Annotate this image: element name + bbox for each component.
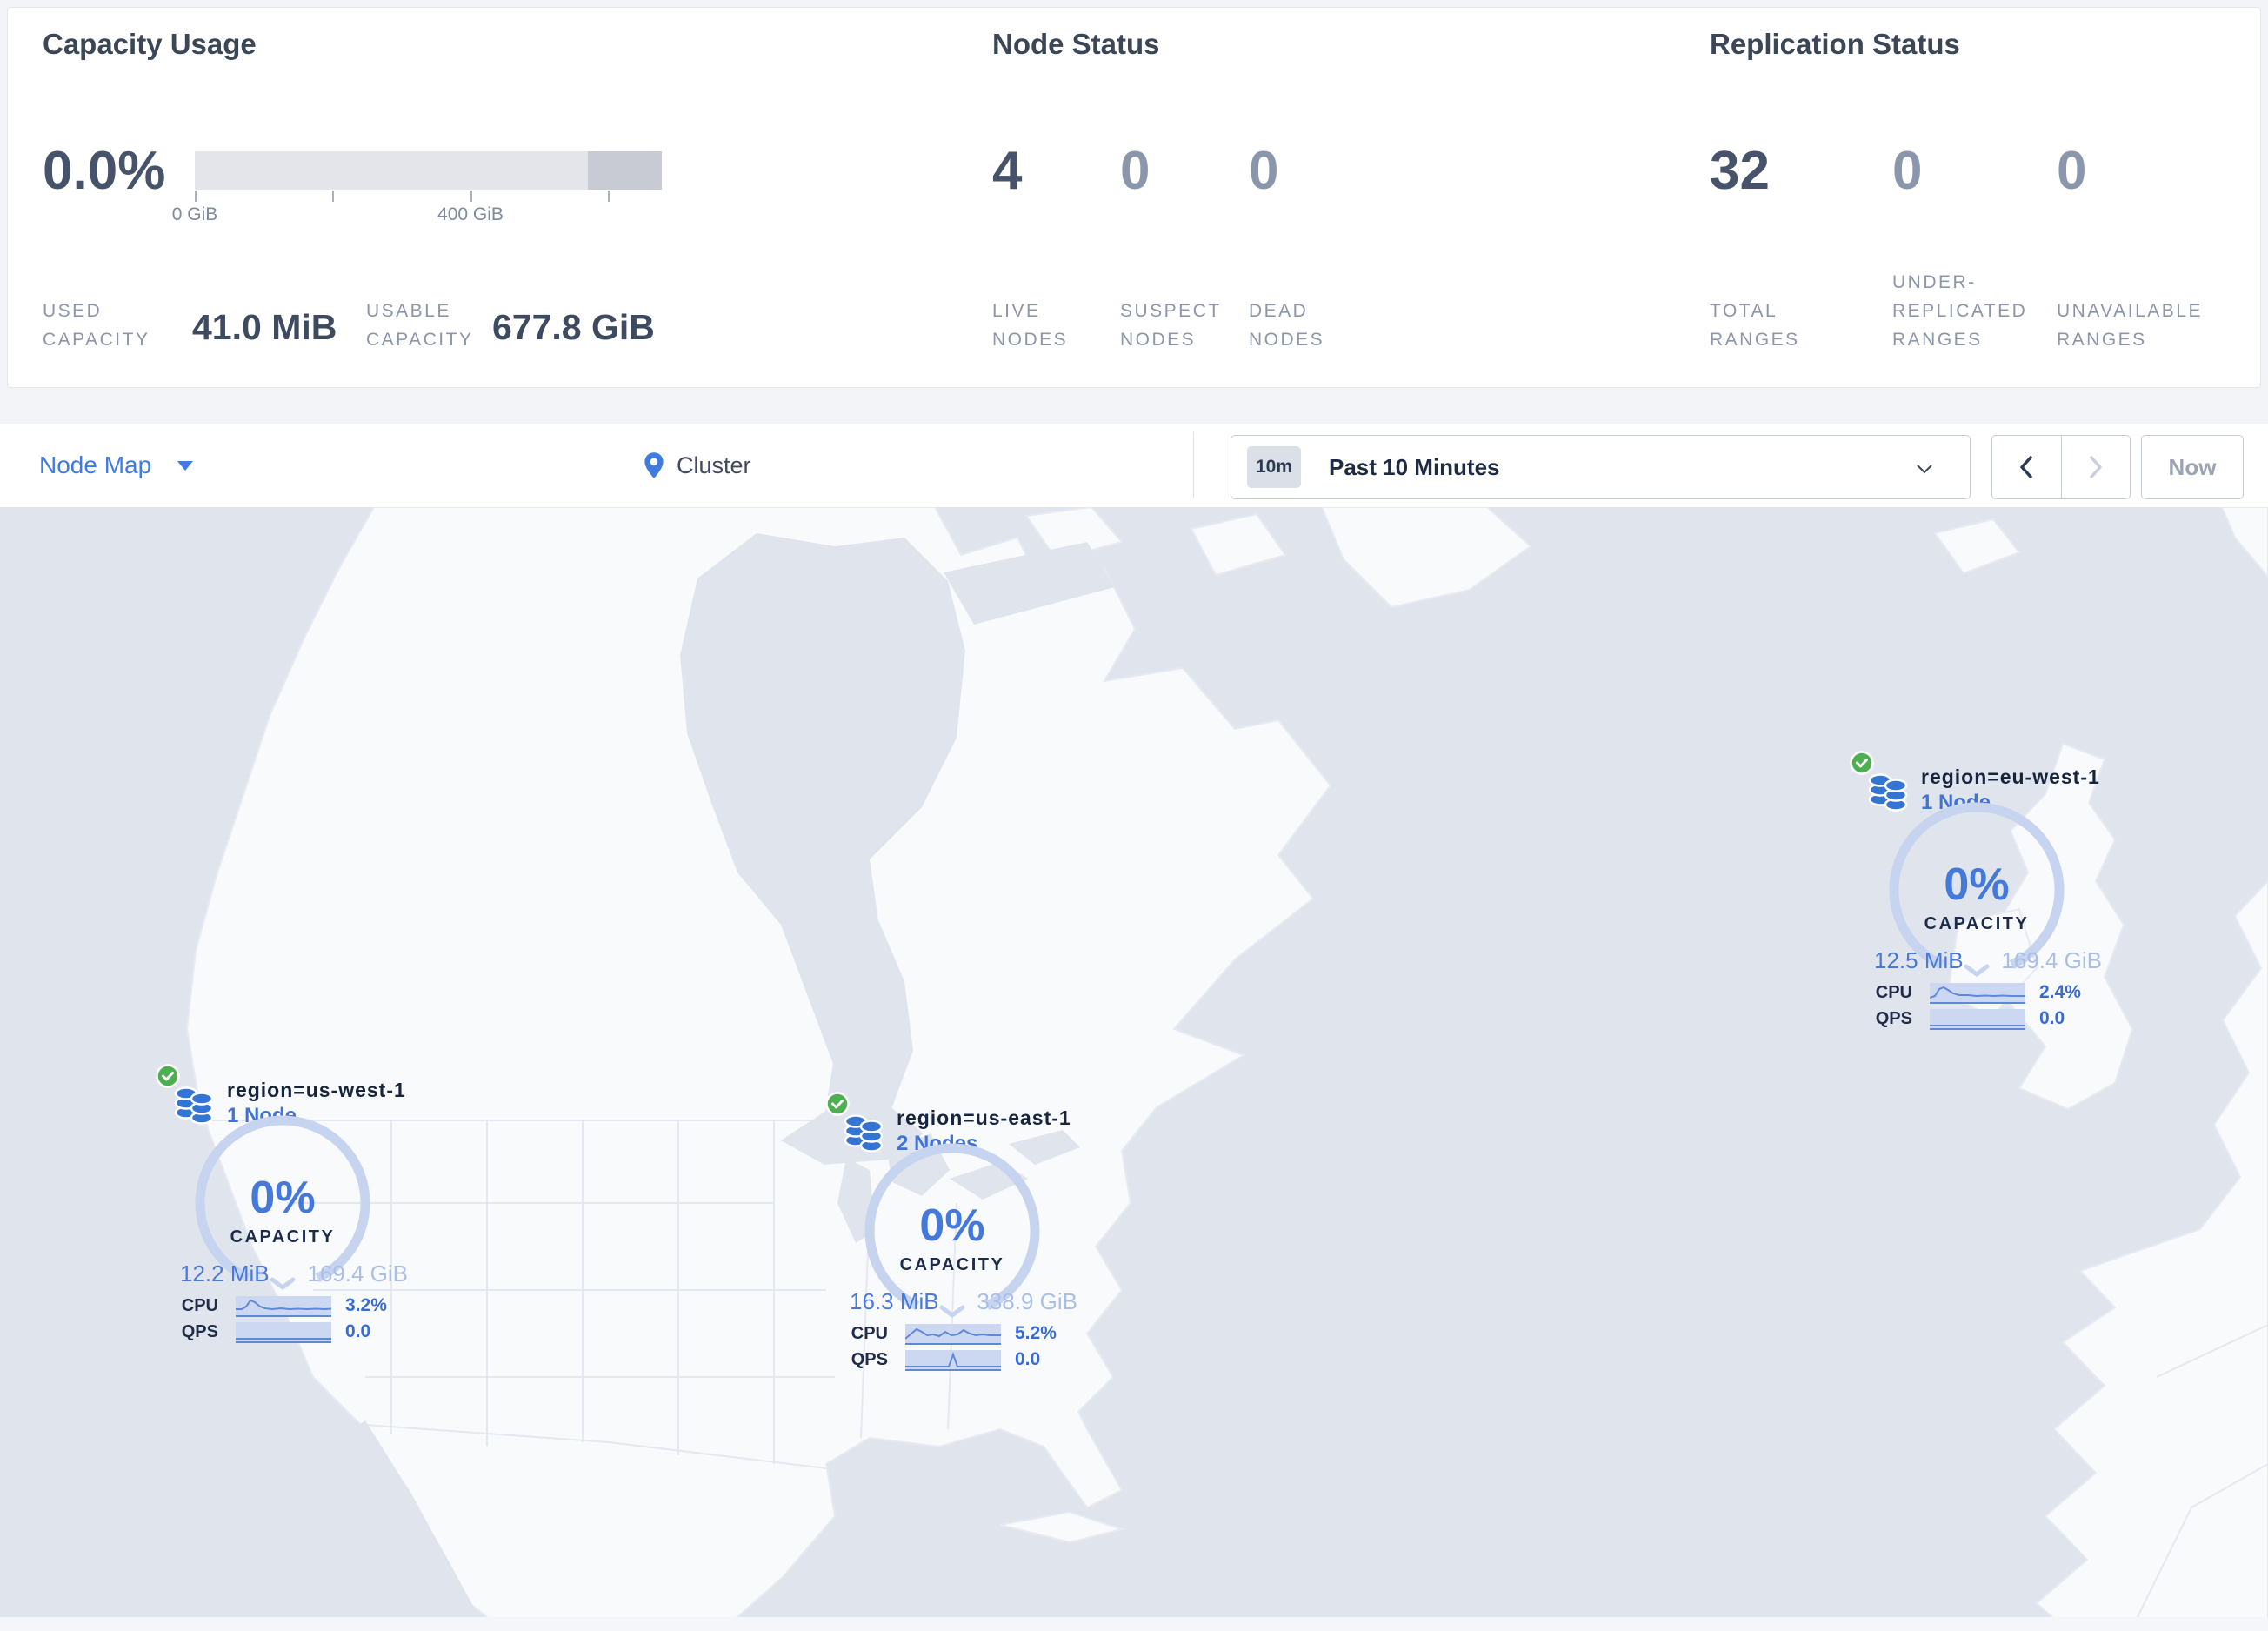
map-pin-icon xyxy=(644,452,664,478)
qps-sparkline xyxy=(236,1322,331,1343)
qps-label: QPS xyxy=(1875,1009,1912,1028)
scandinavia-edge xyxy=(2220,507,2268,578)
node-map: region=us-west-1 1 Node 0% CAPACITY 12.2… xyxy=(0,507,2268,1631)
region-card-us-east-1[interactable]: region=us-east-1 2 Nodes 0% CAPACITY 16.… xyxy=(770,1057,1135,1387)
qps-value: 0.0 xyxy=(2039,1008,2065,1028)
view-selector-label: Node Map xyxy=(39,451,152,478)
capacity-axis-label-400: 400 GiB xyxy=(437,204,504,224)
map-bottom-strip xyxy=(0,1617,2268,1631)
capacity-usage-percent: 0.0% xyxy=(43,141,166,201)
node-status-title: Node Status xyxy=(992,28,1160,60)
capacity-axis-tick xyxy=(332,191,334,202)
cuba xyxy=(999,1510,1125,1544)
time-range-badge: 10m xyxy=(1247,446,1301,488)
under-replicated-ranges-label: UNDER- REPLICATED RANGES xyxy=(1892,272,2028,350)
capacity-usage-bar xyxy=(195,151,662,190)
cpu-value: 2.4% xyxy=(2039,982,2081,1002)
dead-nodes-count: 0 xyxy=(1249,141,1279,201)
qps-value: 0.0 xyxy=(1015,1349,1041,1369)
usable-capacity-value: 677.8 GiB xyxy=(492,307,655,347)
qps-label: QPS xyxy=(181,1322,218,1341)
cpu-value: 3.2% xyxy=(345,1295,387,1315)
region-capacity-percent: 0% xyxy=(250,1173,316,1223)
region-used-capacity: 12.5 MiB xyxy=(1874,947,1964,973)
region-title: region=us-east-1 xyxy=(897,1106,1071,1129)
time-range-label: Past 10 Minutes xyxy=(1329,453,1500,480)
total-ranges-count: 32 xyxy=(1710,141,1770,201)
region-capacity-percent: 0% xyxy=(1944,859,2010,910)
cluster-summary-card: Capacity Usage 0.0% 0 GiB 400 GiB USED C… xyxy=(7,7,2261,388)
now-button[interactable]: Now xyxy=(2141,435,2244,499)
capacity-bar-reserved-segment xyxy=(588,151,662,190)
unavailable-ranges-count: 0 xyxy=(2057,141,2087,201)
qps-label: QPS xyxy=(850,1350,888,1369)
capacity-axis-tick xyxy=(195,191,197,202)
suspect-nodes-count: 0 xyxy=(1120,141,1151,201)
breadcrumb[interactable]: Cluster xyxy=(644,424,751,507)
cpu-label: CPU xyxy=(1875,983,1912,1002)
chevron-left-icon xyxy=(2020,456,2032,478)
chevron-right-icon xyxy=(2090,456,2102,478)
cpu-sparkline xyxy=(236,1296,331,1317)
used-capacity-label: USED CAPACITY xyxy=(43,301,150,350)
region-title: region=eu-west-1 xyxy=(1921,765,2100,788)
region-capacity-label: CAPACITY xyxy=(230,1227,336,1247)
total-ranges-label: TOTAL RANGES xyxy=(1710,301,1800,350)
time-step-buttons xyxy=(1991,435,2131,499)
toolbar-divider xyxy=(1193,432,1194,498)
caret-down-icon xyxy=(177,460,194,471)
chevron-down-icon xyxy=(1917,465,1932,474)
cpu-value: 5.2% xyxy=(1015,1323,1057,1343)
iceland xyxy=(1933,518,2021,575)
cpu-sparkline xyxy=(905,1324,1001,1345)
usable-capacity-label: USABLE CAPACITY xyxy=(366,301,474,350)
region-total-capacity: 169.4 GiB xyxy=(307,1260,408,1287)
breadcrumb-label: Cluster xyxy=(677,451,751,478)
region-used-capacity: 12.2 MiB xyxy=(180,1260,270,1287)
cpu-sparkline xyxy=(1930,983,2025,1004)
capacity-axis-label-0: 0 GiB xyxy=(171,204,218,224)
map-toolbar: Node Map Cluster 10m Past 10 Minutes Now xyxy=(0,424,2268,508)
unavailable-ranges-label: UNAVAILABLE RANGES xyxy=(2057,301,2203,350)
region-total-capacity: 338.9 GiB xyxy=(977,1288,1077,1314)
region-used-capacity: 16.3 MiB xyxy=(850,1288,939,1314)
view-selector-dropdown[interactable]: Node Map xyxy=(39,424,194,507)
under-replicated-ranges-count: 0 xyxy=(1892,141,1923,201)
time-step-forward-button[interactable] xyxy=(2060,436,2131,498)
live-nodes-count: 4 xyxy=(992,141,1023,201)
dead-nodes-label: DEAD NODES xyxy=(1249,301,1325,350)
region-card-eu-west-1[interactable]: region=eu-west-1 1 Node 0% CAPACITY 12.5… xyxy=(1794,716,2159,1046)
time-range-dropdown[interactable]: 10m Past 10 Minutes xyxy=(1231,435,1971,499)
replication-status-title: Replication Status xyxy=(1710,28,1960,60)
region-card-us-west-1[interactable]: region=us-west-1 1 Node 0% CAPACITY 12.2… xyxy=(100,1029,465,1360)
cpu-label: CPU xyxy=(181,1296,218,1315)
used-capacity-value: 41.0 MiB xyxy=(192,307,337,347)
cpu-label: CPU xyxy=(850,1324,888,1343)
greenland xyxy=(1320,507,1532,609)
qps-sparkline xyxy=(905,1350,1001,1371)
qps-sparkline xyxy=(1930,1009,2025,1030)
arctic-island xyxy=(1190,512,1287,577)
region-capacity-label: CAPACITY xyxy=(1924,914,2030,933)
region-total-capacity: 169.4 GiB xyxy=(2001,947,2102,973)
capacity-axis-tick xyxy=(470,191,472,202)
live-nodes-label: LIVE NODES xyxy=(992,301,1069,350)
suspect-nodes-label: SUSPECT NODES xyxy=(1120,301,1222,350)
qps-value: 0.0 xyxy=(345,1321,371,1341)
capacity-axis-tick xyxy=(608,191,610,202)
region-capacity-label: CAPACITY xyxy=(899,1255,1005,1274)
region-title: region=us-west-1 xyxy=(227,1079,406,1101)
region-capacity-percent: 0% xyxy=(919,1200,985,1251)
time-step-back-button[interactable] xyxy=(1992,436,2061,498)
capacity-usage-title: Capacity Usage xyxy=(43,28,257,60)
